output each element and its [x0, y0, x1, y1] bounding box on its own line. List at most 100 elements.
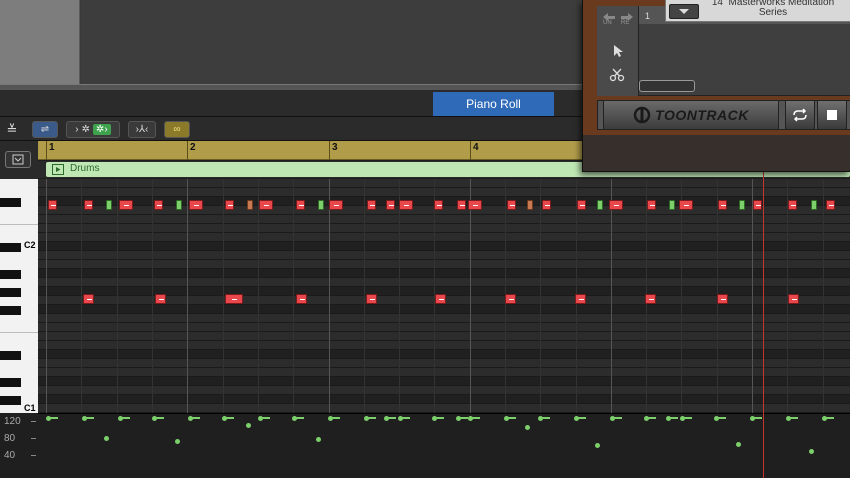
black-key	[0, 243, 21, 252]
midi-note[interactable]	[366, 294, 377, 304]
midi-in-arrow-icon: ›	[75, 124, 79, 135]
midi-note[interactable]	[542, 200, 551, 210]
midi-note[interactable]	[296, 294, 307, 304]
midi-note[interactable]	[83, 294, 94, 304]
note-velocity-dash	[369, 299, 375, 300]
ezdrummer-plugin-window[interactable]: UN RE 1 14 Masterworks Meditation Series…	[582, 0, 850, 172]
midi-note[interactable]	[225, 294, 243, 304]
velocity-line	[542, 417, 550, 419]
midi-note[interactable]	[718, 200, 727, 210]
velocity-label-40: 40	[4, 450, 16, 461]
loop-button[interactable]	[785, 100, 815, 130]
midi-note[interactable]	[507, 200, 516, 210]
midi-note[interactable]	[468, 200, 482, 210]
velocity-point[interactable]	[175, 439, 180, 444]
midi-note[interactable]	[811, 200, 817, 210]
note-lane	[38, 377, 850, 386]
midi-note[interactable]	[645, 294, 656, 304]
velocity-line	[826, 417, 834, 419]
note-velocity-dash	[436, 205, 442, 206]
midi-out-button[interactable]: ›⅄‹	[128, 121, 156, 138]
stop-button[interactable]	[817, 100, 847, 130]
midi-note[interactable]	[399, 200, 413, 210]
midi-note[interactable]	[788, 200, 797, 210]
track-header-panel[interactable]	[0, 0, 80, 84]
playhead[interactable]	[763, 141, 764, 478]
midi-note[interactable]	[106, 200, 112, 210]
plugin-scrollbar[interactable]	[639, 80, 695, 92]
midi-note[interactable]	[753, 200, 762, 210]
key-label-c2: C2	[24, 240, 36, 250]
midi-note[interactable]	[826, 200, 835, 210]
velocity-point[interactable]	[809, 449, 814, 454]
midi-note[interactable]	[575, 294, 586, 304]
velocity-point[interactable]	[595, 443, 600, 448]
note-velocity-dash	[334, 205, 339, 206]
automation-button[interactable]: ⇌	[32, 121, 58, 138]
note-velocity-dash	[648, 299, 654, 300]
midi-note[interactable]	[259, 200, 273, 210]
pointer-tool-icon[interactable]	[611, 44, 625, 58]
midi-note[interactable]	[48, 200, 57, 210]
midi-note[interactable]	[739, 200, 745, 210]
midi-note[interactable]	[367, 200, 376, 210]
note-lane	[38, 233, 850, 242]
velocity-point[interactable]	[246, 423, 251, 428]
midi-note[interactable]	[434, 200, 443, 210]
midi-note[interactable]	[597, 200, 603, 210]
preset-name: Masterworks Meditation Series	[728, 0, 835, 18]
midi-note[interactable]	[669, 200, 675, 210]
midi-note[interactable]	[609, 200, 623, 210]
midi-in-button[interactable]: › ✲ ✲›	[66, 121, 120, 138]
midi-note[interactable]	[457, 200, 466, 210]
note-velocity-dash	[124, 205, 129, 206]
midi-note[interactable]	[527, 200, 533, 210]
velocity-lane[interactable]	[38, 413, 850, 478]
midi-note[interactable]	[386, 200, 395, 210]
midi-note[interactable]	[329, 200, 343, 210]
midi-note[interactable]	[154, 200, 163, 210]
beat-line	[152, 179, 153, 413]
midi-note[interactable]	[679, 200, 693, 210]
scissors-tool-icon[interactable]	[609, 68, 625, 82]
midi-note[interactable]	[296, 200, 305, 210]
velocity-line	[192, 417, 200, 419]
velocity-line	[508, 417, 516, 419]
velocity-point[interactable]	[104, 436, 109, 441]
velocity-point[interactable]	[736, 442, 741, 447]
view-menu-button[interactable]	[5, 151, 31, 168]
midi-note[interactable]	[318, 200, 324, 210]
velocity-tick	[31, 455, 36, 456]
tab-piano-roll[interactable]: Piano Roll	[433, 92, 554, 116]
note-lane	[38, 188, 850, 197]
midi-note[interactable]	[647, 200, 656, 210]
note-velocity-dash	[298, 205, 304, 206]
velocity-line	[648, 417, 656, 419]
midi-note[interactable]	[84, 200, 93, 210]
midi-note[interactable]	[155, 294, 166, 304]
velocity-line	[472, 417, 480, 419]
velocity-line	[50, 417, 58, 419]
midi-note[interactable]	[788, 294, 799, 304]
midi-note[interactable]	[435, 294, 446, 304]
note-lane	[38, 215, 850, 224]
midi-note[interactable]	[189, 200, 203, 210]
midi-note[interactable]	[247, 200, 253, 210]
midi-note[interactable]	[577, 200, 586, 210]
velocity-line	[614, 417, 622, 419]
midi-thru-icon: ✲›	[93, 124, 111, 135]
velocity-point[interactable]	[525, 425, 530, 430]
region-play-icon[interactable]	[52, 164, 64, 175]
link-button[interactable]: ∞	[164, 121, 190, 138]
collapse-button[interactable]: ≚	[2, 121, 22, 138]
note-lane	[38, 224, 850, 233]
velocity-point[interactable]	[316, 437, 321, 442]
preset-dropdown-button[interactable]	[669, 4, 699, 19]
midi-note[interactable]	[717, 294, 728, 304]
velocity-line	[436, 417, 444, 419]
midi-note[interactable]	[176, 200, 182, 210]
midi-note[interactable]	[505, 294, 516, 304]
note-lane	[38, 359, 850, 368]
midi-note[interactable]	[225, 200, 234, 210]
midi-note[interactable]	[119, 200, 133, 210]
